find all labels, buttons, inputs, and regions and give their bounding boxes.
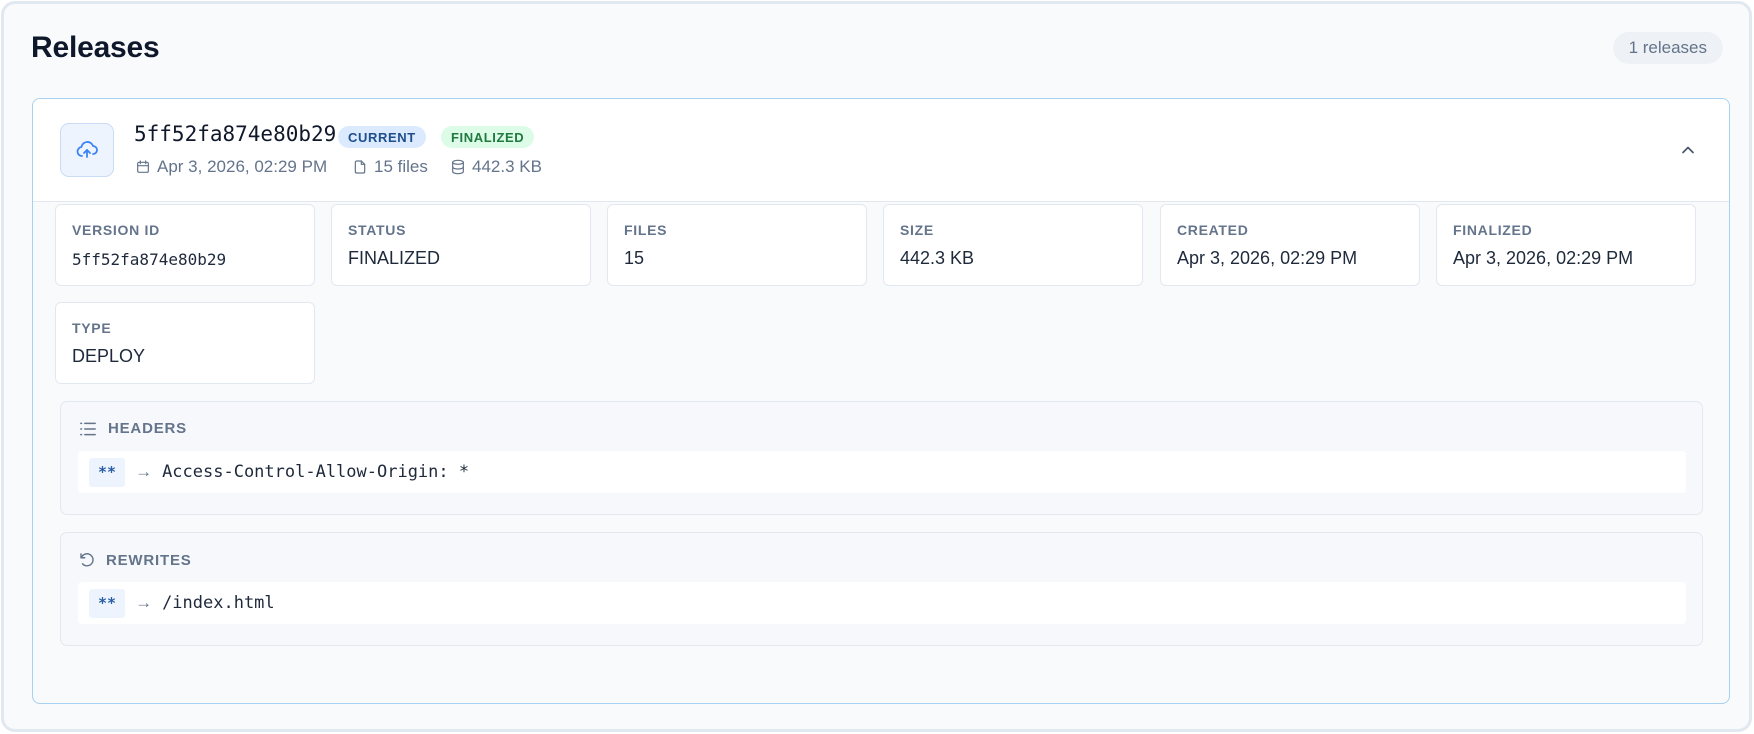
releases-panel: Releases 1 releases 5ff52fa874e80b29 CUR… (1, 1, 1752, 732)
field-created: CREATED Apr 3, 2026, 02:29 PM (1160, 204, 1420, 286)
header-rule-row: ** → Access-Control-Allow-Origin: * (78, 451, 1686, 493)
field-label: FINALIZED (1453, 222, 1533, 238)
field-value: DEPLOY (72, 346, 146, 366)
field-value: 442.3 KB (900, 248, 975, 268)
release-count-badge: 1 releases (1612, 32, 1723, 64)
field-status: STATUS FINALIZED (331, 204, 591, 286)
release-files: 15 files (352, 157, 428, 177)
rule-pattern: ** (89, 457, 126, 487)
release-size-text: 442.3 KB (472, 157, 542, 176)
database-icon (452, 159, 464, 175)
field-type: TYPE DEPLOY (55, 302, 315, 384)
rotate-ccw-icon (80, 553, 94, 567)
field-value: 15 (624, 248, 645, 268)
collapse-button[interactable] (1675, 137, 1701, 163)
release-date-text: Apr 3, 2026, 02:29 PM (157, 157, 328, 176)
rule-target: /index.html (162, 593, 275, 613)
field-label: CREATED (1177, 222, 1249, 238)
release-date: Apr 3, 2026, 02:29 PM (135, 157, 327, 177)
field-label: VERSION ID (72, 222, 160, 238)
page-title: Releases (31, 31, 160, 64)
rule-target: Access-Control-Allow-Origin: * (162, 462, 470, 482)
field-label: TYPE (72, 320, 112, 336)
release-header[interactable]: 5ff52fa874e80b29 CURRENT FINALIZED Apr 3… (33, 99, 1729, 202)
field-label: FILES (624, 222, 668, 238)
headers-section: HEADERS ** → Access-Control-Allow-Origin… (60, 401, 1703, 515)
rewrites-section: REWRITES ** → /index.html (60, 532, 1703, 646)
headers-title-text: HEADERS (108, 420, 187, 437)
finalized-badge: FINALIZED (441, 126, 535, 148)
field-label: STATUS (348, 222, 407, 238)
current-badge: CURRENT (338, 126, 426, 148)
calendar-icon (137, 160, 149, 173)
rewrites-title: REWRITES (78, 551, 192, 569)
rewrites-title-text: REWRITES (106, 551, 192, 569)
field-size: SIZE 442.3 KB (883, 204, 1143, 286)
field-value: 5ff52fa874e80b29 (72, 250, 227, 269)
release-card: 5ff52fa874e80b29 CURRENT FINALIZED Apr 3… (32, 98, 1730, 704)
arrow-right-icon: → (135, 462, 153, 481)
release-id: 5ff52fa874e80b29 (134, 122, 337, 146)
rewrite-rule-row: ** → /index.html (78, 582, 1686, 624)
cloud-upload-icon (60, 123, 114, 177)
rule-pattern: ** (89, 588, 126, 618)
field-label: SIZE (900, 222, 934, 238)
chevron-up-icon (1682, 146, 1694, 154)
list-icon (80, 422, 96, 435)
field-value: Apr 3, 2026, 02:29 PM (1453, 248, 1634, 268)
field-files: FILES 15 (607, 204, 867, 286)
release-files-text: 15 files (374, 157, 428, 176)
headers-title: HEADERS (78, 420, 187, 437)
field-version-id: VERSION ID 5ff52fa874e80b29 (55, 204, 315, 286)
field-finalized: FINALIZED Apr 3, 2026, 02:29 PM (1436, 204, 1696, 286)
field-value: Apr 3, 2026, 02:29 PM (1177, 248, 1358, 268)
arrow-right-icon: → (135, 593, 153, 612)
release-size: 442.3 KB (450, 157, 542, 177)
file-icon (354, 160, 366, 174)
field-value: FINALIZED (348, 248, 441, 268)
